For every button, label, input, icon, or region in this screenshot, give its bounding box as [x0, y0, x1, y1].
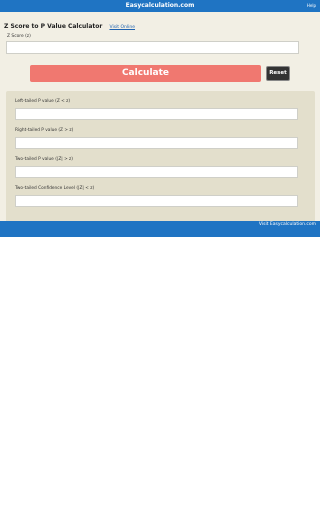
visit-online-link[interactable]: Visit Online: [109, 25, 135, 30]
two-tailed-label: Two-tailed P value (|Z| > z): [15, 157, 73, 162]
top-bar: Easycalculation.com Help: [0, 0, 320, 12]
left-tailed-output[interactable]: [15, 108, 298, 120]
page-title: Z Score to P Value Calculator: [4, 23, 103, 30]
confidence-level-output[interactable]: [15, 195, 298, 207]
confidence-level-label: Two-tailed Confidence Level (|Z| < z): [15, 186, 95, 191]
calculate-button[interactable]: Calculate: [30, 65, 261, 82]
right-tailed-output[interactable]: [15, 137, 298, 149]
left-tailed-label: Left-tailed P value (Z < z): [15, 99, 71, 104]
z-score-label: Z Score (z): [7, 34, 31, 39]
reset-button[interactable]: Reset: [266, 66, 290, 81]
visit-site-link[interactable]: Visit Easycalculation.com: [259, 221, 316, 229]
calculator-header: Z Score to P Value Calculator Visit Onli…: [4, 19, 135, 30]
results-box: Left-tailed P value (Z < z) Right-tailed…: [6, 91, 315, 227]
help-link[interactable]: Help: [307, 0, 316, 12]
z-score-input[interactable]: [6, 41, 299, 54]
two-tailed-output[interactable]: [15, 166, 298, 178]
bottom-bar: Visit Easycalculation.com: [0, 221, 320, 237]
app-title: Easycalculation.com: [125, 2, 195, 9]
right-tailed-label: Right-tailed P value (Z > z): [15, 128, 74, 133]
calculator-panel: Z Score to P Value Calculator Visit Onli…: [0, 12, 320, 227]
